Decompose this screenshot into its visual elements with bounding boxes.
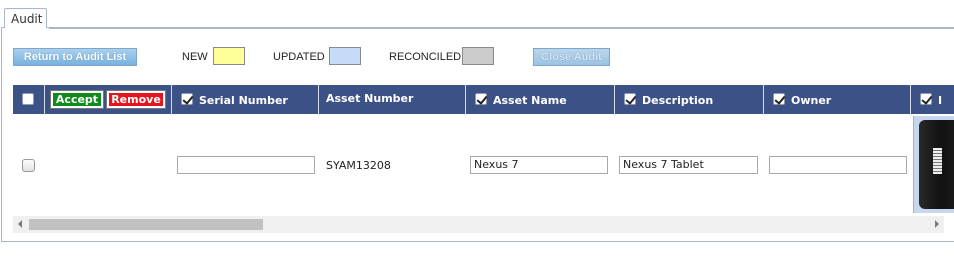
header-image[interactable]: I (911, 85, 954, 114)
description-column-checkbox[interactable] (624, 93, 636, 105)
image-header-label: I (938, 94, 943, 107)
legend-reconciled-swatch (462, 47, 494, 65)
horizontal-scrollbar[interactable] (13, 216, 944, 233)
remove-button[interactable]: Remove (106, 90, 166, 109)
asset-number-header-label: Asset Number (326, 92, 414, 105)
header-serial-number[interactable]: Serial Number (172, 85, 319, 114)
close-audit-button[interactable]: Close Audit (533, 48, 610, 66)
description-input[interactable]: Nexus 7 Tablet (619, 156, 758, 174)
legend-new-label: NEW (182, 51, 208, 63)
owner-input[interactable] (769, 156, 907, 174)
legend-updated-swatch (329, 47, 361, 65)
header-asset-name[interactable]: Asset Name (466, 85, 615, 114)
header-actions-cell: Accept Remove (45, 85, 172, 114)
audit-grid: Accept Remove Serial Number Asset Number… (13, 85, 954, 215)
header-asset-number[interactable]: Asset Number (319, 85, 466, 114)
return-to-audit-list-button[interactable]: Return to Audit List (13, 48, 137, 66)
asset-name-input[interactable]: Nexus 7 (470, 156, 608, 174)
accept-button[interactable]: Accept (50, 90, 104, 109)
asset-image-cell[interactable] (913, 116, 954, 213)
serial-number-header-label: Serial Number (199, 94, 288, 107)
table-row: SYAM13208 Nexus 7 Nexus 7 Tablet (13, 114, 954, 215)
header-description[interactable]: Description (615, 85, 764, 114)
asset-image (919, 120, 954, 209)
legend-new-swatch (213, 47, 245, 65)
owner-column-checkbox[interactable] (773, 93, 785, 105)
select-all-checkbox[interactable] (22, 93, 34, 105)
scrollbar-thumb[interactable] (29, 219, 263, 230)
header-owner[interactable]: Owner (764, 85, 911, 114)
description-header-label: Description (642, 94, 714, 107)
serial-number-column-checkbox[interactable] (181, 93, 193, 105)
legend-reconciled-label: RECONCILED (389, 51, 462, 63)
row-select-checkbox[interactable] (22, 159, 35, 172)
tab-divider (49, 28, 954, 29)
grid-header: Accept Remove Serial Number Asset Number… (13, 85, 954, 114)
device-label-sticker (933, 148, 942, 174)
header-select-all-cell (13, 85, 45, 114)
legend-updated-label: UPDATED (273, 51, 325, 63)
scroll-left-arrow-icon[interactable] (18, 220, 22, 228)
image-column-checkbox[interactable] (920, 93, 932, 105)
serial-number-input[interactable] (177, 156, 315, 174)
asset-number-value: SYAM13208 (326, 159, 391, 172)
asset-name-header-label: Asset Name (493, 94, 567, 107)
asset-name-column-checkbox[interactable] (475, 93, 487, 105)
tab-audit[interactable]: Audit (4, 8, 47, 28)
owner-header-label: Owner (791, 94, 832, 107)
scroll-right-arrow-icon[interactable] (935, 220, 939, 228)
